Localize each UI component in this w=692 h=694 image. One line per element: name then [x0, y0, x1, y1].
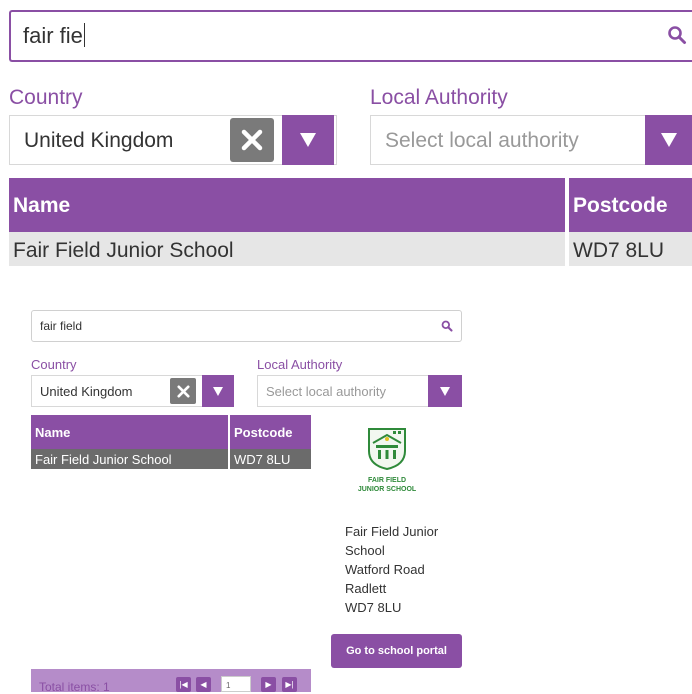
- clear-country-button[interactable]: [230, 118, 274, 162]
- chevron-down-icon: [300, 133, 316, 147]
- go-to-school-portal-button[interactable]: Go to school portal: [331, 634, 462, 668]
- search-input[interactable]: fair field: [31, 310, 462, 342]
- search-input-zoomed[interactable]: fair fie: [9, 10, 692, 62]
- table-row-name[interactable]: Fair Field Junior School: [31, 449, 228, 469]
- last-page-icon[interactable]: ▶|: [282, 677, 297, 692]
- chevron-down-icon: [660, 133, 677, 147]
- next-page-icon[interactable]: ▶: [261, 677, 276, 692]
- clear-country-button[interactable]: [170, 378, 196, 404]
- logo-text-line2: JUNIOR SCHOOL: [357, 486, 417, 493]
- first-page-icon[interactable]: |◀: [176, 677, 191, 692]
- country-value: United Kingdom: [24, 129, 174, 152]
- address-line: Radlett: [345, 581, 387, 596]
- country-dropdown-button[interactable]: [202, 375, 234, 407]
- column-header-name[interactable]: Name: [9, 178, 565, 232]
- search-input-value: fair field: [40, 319, 83, 333]
- search-icon[interactable]: [667, 25, 687, 50]
- address-line: WD7 8LU: [345, 600, 402, 615]
- pager: Total items: 1 |◀ ◀ 1 ▶ ▶|: [31, 669, 311, 694]
- local-authority-select[interactable]: Select local authority: [370, 115, 650, 165]
- local-authority-dropdown-button[interactable]: [645, 115, 692, 165]
- country-label: Country: [31, 357, 77, 372]
- page-number-input[interactable]: 1: [221, 676, 251, 692]
- column-header-name[interactable]: Name: [31, 415, 228, 449]
- search-icon[interactable]: [441, 319, 453, 337]
- table-row-postcode[interactable]: WD7 8LU: [569, 232, 692, 266]
- table-row-name[interactable]: Fair Field Junior School: [9, 232, 565, 266]
- school-crest-icon: [368, 428, 406, 471]
- chevron-down-icon: [440, 386, 450, 396]
- close-icon: [176, 384, 190, 398]
- address-line: School: [345, 543, 385, 558]
- text-caret: [83, 23, 85, 47]
- country-label: Country: [9, 86, 83, 109]
- chevron-down-icon: [213, 386, 223, 396]
- local-authority-placeholder: Select local authority: [266, 384, 386, 399]
- table-row-postcode[interactable]: WD7 8LU: [230, 449, 311, 469]
- close-icon: [241, 129, 263, 151]
- country-dropdown-button[interactable]: [282, 115, 334, 165]
- school-logo: FAIR FIELD JUNIOR SCHOOL: [357, 425, 417, 500]
- address-line: Watford Road: [345, 562, 425, 577]
- local-authority-label: Local Authority: [370, 86, 508, 109]
- local-authority-placeholder: Select local authority: [385, 129, 579, 152]
- search-input-value: fair fie: [23, 23, 83, 48]
- address-line: Fair Field Junior: [345, 524, 439, 539]
- logo-text-line1: FAIR FIELD: [367, 477, 407, 484]
- country-value: United Kingdom: [40, 384, 133, 399]
- previous-page-icon[interactable]: ◀: [196, 677, 211, 692]
- local-authority-label: Local Authority: [257, 357, 343, 372]
- column-header-postcode[interactable]: Postcode: [569, 178, 692, 232]
- local-authority-dropdown-button[interactable]: [428, 375, 462, 407]
- school-address: Fair Field Junior School Watford Road Ra…: [345, 522, 438, 617]
- column-header-postcode[interactable]: Postcode: [230, 415, 311, 449]
